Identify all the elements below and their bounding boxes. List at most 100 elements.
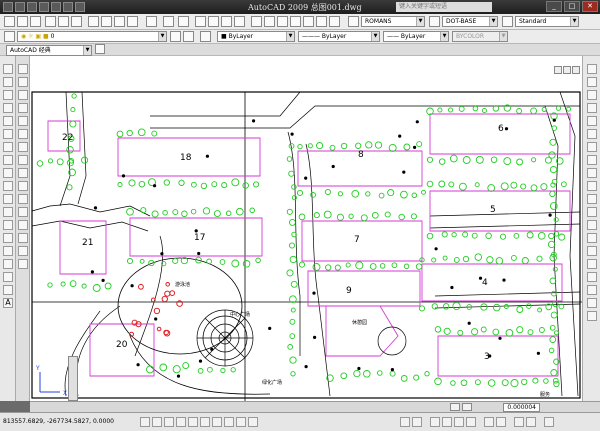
osnap-endpoint-icon[interactable] <box>587 285 597 295</box>
linetype-select[interactable]: ——— ByLayer ▼ <box>298 31 380 42</box>
dim-arc-icon[interactable] <box>587 90 597 100</box>
layout-tab-icon[interactable] <box>462 403 472 411</box>
region-icon[interactable] <box>3 272 13 282</box>
insert-block-icon[interactable] <box>3 207 13 217</box>
viewport-scale[interactable]: 0.000004 <box>503 403 540 412</box>
drawing-canvas[interactable]: X Y 22 18 8 6 5 21 17 7 9 4 20 3 游泳池 中心广… <box>30 56 582 401</box>
mirror-icon[interactable] <box>18 90 28 100</box>
save-icon[interactable] <box>30 16 41 27</box>
dim-diameter-icon[interactable] <box>587 129 597 139</box>
gradient-icon[interactable] <box>3 259 13 269</box>
paste-icon[interactable] <box>114 16 125 27</box>
search-input[interactable]: 键入关键字或短语 <box>396 2 492 12</box>
pan-status-icon[interactable] <box>430 417 440 427</box>
jogged-icon[interactable] <box>587 233 597 243</box>
color-select[interactable]: ■ ByLayer ▼ <box>217 31 295 42</box>
preview-icon[interactable] <box>58 16 69 27</box>
dim-aligned-icon[interactable] <box>587 77 597 87</box>
spline-icon[interactable] <box>3 168 13 178</box>
table-style-icon[interactable] <box>502 16 513 27</box>
copy-icon[interactable] <box>101 16 112 27</box>
zoom-status-icon[interactable] <box>442 417 452 427</box>
block-editor-icon[interactable] <box>146 16 157 27</box>
line-icon[interactable] <box>3 64 13 74</box>
move-icon[interactable] <box>18 129 28 139</box>
sheet-set-icon[interactable] <box>290 16 301 27</box>
dim-style-icon[interactable] <box>587 272 597 282</box>
make-current-layer-icon[interactable] <box>170 31 181 42</box>
dim-radius-icon[interactable] <box>587 116 597 126</box>
minimize-button[interactable]: _ <box>546 1 562 12</box>
new-icon[interactable] <box>4 16 15 27</box>
table-icon[interactable] <box>3 285 13 295</box>
osnap-midpoint-icon[interactable] <box>587 298 597 308</box>
app-menu-icon[interactable] <box>3 2 13 12</box>
redo-icon[interactable] <box>178 16 189 27</box>
redo-icon[interactable] <box>63 2 73 12</box>
new-file-icon[interactable] <box>15 2 25 12</box>
save-icon[interactable] <box>39 2 49 12</box>
workspace-select[interactable]: AutoCAD 经典 ▼ <box>6 45 92 56</box>
make-block-icon[interactable] <box>3 220 13 230</box>
join-icon[interactable] <box>18 220 28 230</box>
showmotion-icon[interactable] <box>466 417 476 427</box>
trim-icon[interactable] <box>18 181 28 191</box>
copy-object-icon[interactable] <box>18 77 28 87</box>
help-icon[interactable] <box>329 16 340 27</box>
quickcalc-icon[interactable] <box>316 16 327 27</box>
text-style-select[interactable]: ROMANS ▼ <box>361 16 425 27</box>
extend-icon[interactable] <box>18 194 28 204</box>
point-icon[interactable] <box>3 233 13 243</box>
revision-cloud-icon[interactable] <box>3 155 13 165</box>
text-style-icon[interactable] <box>348 16 359 27</box>
ortho-mode-icon[interactable] <box>164 417 174 427</box>
rectangle-icon[interactable] <box>3 116 13 126</box>
dim-baseline-icon[interactable] <box>587 168 597 178</box>
model-space-icon[interactable] <box>400 417 410 427</box>
clean-screen-icon[interactable] <box>544 417 554 427</box>
zoom-previous-icon[interactable] <box>234 16 245 27</box>
osnap-center-icon[interactable] <box>587 311 597 321</box>
dim-linear-icon[interactable] <box>587 64 597 74</box>
snap-mode-icon[interactable] <box>140 417 150 427</box>
offset-icon[interactable] <box>18 103 28 113</box>
viewport-restore-button[interactable] <box>563 66 571 74</box>
layout-view-icon[interactable] <box>412 417 422 427</box>
steering-wheel-icon[interactable] <box>454 417 464 427</box>
lineweight-select[interactable]: —— ByLayer ▼ <box>383 31 449 42</box>
pan-icon[interactable] <box>195 16 206 27</box>
dynamic-ucs-icon[interactable] <box>212 417 222 427</box>
undo-icon[interactable] <box>51 2 61 12</box>
ellipse-icon[interactable] <box>3 181 13 191</box>
plot-icon[interactable] <box>75 2 85 12</box>
dynamic-input-icon[interactable] <box>224 417 234 427</box>
layer-select[interactable]: ◉ ☼ ▣ ■ 0 ▼ <box>17 31 167 42</box>
cut-icon[interactable] <box>88 16 99 27</box>
maximize-button[interactable]: □ <box>564 1 580 12</box>
ellipse-arc-icon[interactable] <box>3 194 13 204</box>
quick-properties-icon[interactable] <box>248 417 258 427</box>
quick-dim-icon[interactable] <box>587 155 597 165</box>
center-mark-icon[interactable] <box>587 207 597 217</box>
dim-angular-icon[interactable] <box>587 142 597 152</box>
dim-style-select[interactable]: DOT-BASE ▼ <box>442 16 498 27</box>
print-icon[interactable] <box>45 16 56 27</box>
erase-icon[interactable] <box>18 64 28 74</box>
object-snap-tracking-icon[interactable] <box>200 417 210 427</box>
dim-update-icon[interactable] <box>587 259 597 269</box>
polyline-icon[interactable] <box>3 90 13 100</box>
tool-palettes-icon[interactable] <box>277 16 288 27</box>
viewport-close-button[interactable] <box>572 66 580 74</box>
floating-toolbar[interactable] <box>68 356 78 401</box>
annotation-visibility-icon[interactable] <box>496 417 506 427</box>
zoom-window-icon[interactable] <box>221 16 232 27</box>
rotate-icon[interactable] <box>18 142 28 152</box>
publish-icon[interactable] <box>71 16 82 27</box>
circle-icon[interactable] <box>3 142 13 152</box>
zoom-realtime-icon[interactable] <box>208 16 219 27</box>
open-file-icon[interactable] <box>27 2 37 12</box>
workspace-settings-icon[interactable] <box>95 44 105 54</box>
match-properties-icon[interactable] <box>127 16 138 27</box>
grid-mode-icon[interactable] <box>152 417 162 427</box>
inspection-icon[interactable] <box>587 220 597 230</box>
